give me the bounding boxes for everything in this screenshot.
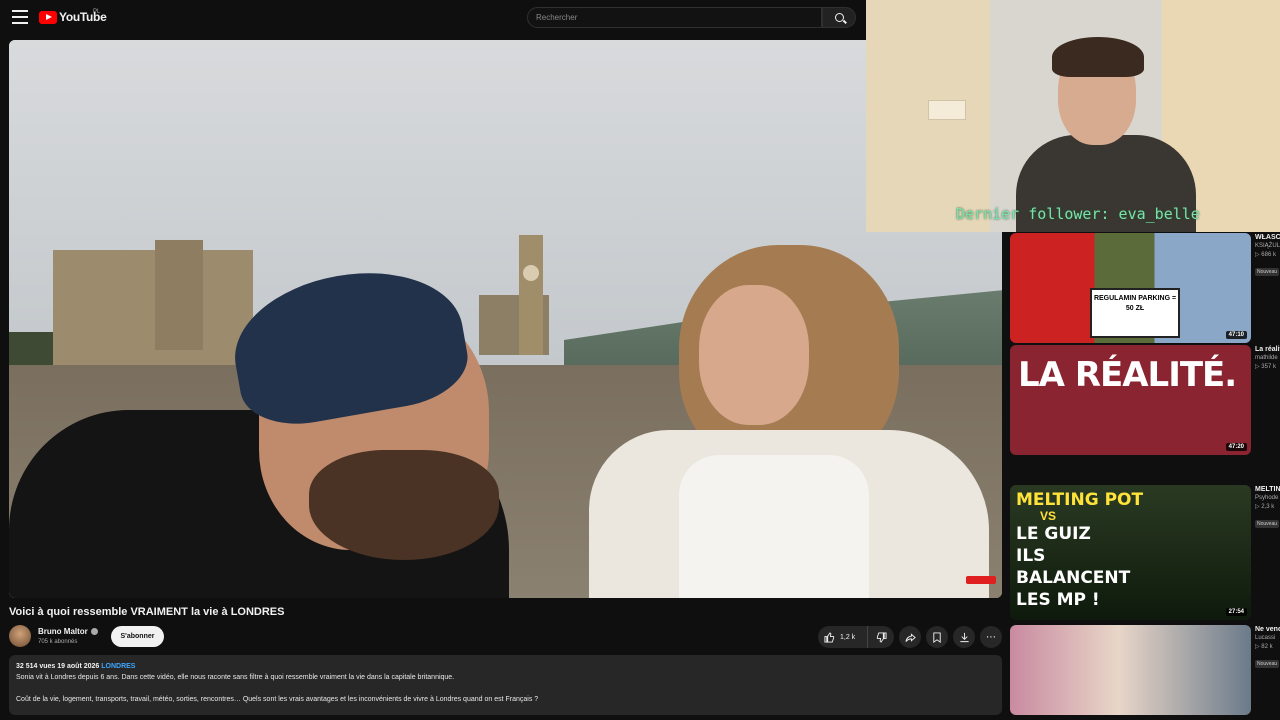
recommended-views: ▷ 686 k	[1255, 252, 1276, 258]
save-button[interactable]	[926, 626, 948, 648]
video-person-woman	[569, 245, 999, 598]
video-duration: 47:20	[1225, 443, 1247, 451]
video-duration: 27:54	[1225, 608, 1247, 616]
download-button[interactable]	[953, 626, 975, 648]
share-icon	[904, 632, 916, 642]
recommended-channel: Lucassi	[1255, 635, 1276, 641]
thumbs-up-icon	[824, 631, 835, 643]
description-box[interactable]: 32 514 vues 19 août 2026 LONDRES Sonia v…	[9, 655, 1002, 715]
recommended-title[interactable]: La réalit améric	[1255, 345, 1280, 354]
video-thumbnail[interactable]: MELTING POT VS LE GUIZ ILS BALANCENT LES…	[1010, 485, 1251, 620]
recommended-views: ▷ 2,3 k	[1255, 504, 1275, 510]
new-badge: Nouveau	[1255, 660, 1280, 668]
light-switch	[928, 100, 966, 120]
thumbnail-line-3: LE GUIZ ILS BALANCENT LES MP !	[1016, 524, 1131, 610]
channel-avatar[interactable]	[9, 625, 31, 647]
download-icon	[959, 632, 969, 642]
like-dislike-group: 1,2 k	[818, 626, 894, 648]
video-title: Voici à quoi ressemble VRAIMENT la vie à…	[9, 606, 285, 618]
subscribe-button[interactable]: S'abonner	[111, 626, 164, 647]
video-thumbnail[interactable]: REGULAMIN PARKING = 50 ZŁ 47:10	[1010, 233, 1251, 343]
upload-date: 19 août 2026	[57, 663, 100, 670]
channel-name[interactable]: Bruno Maltor	[38, 627, 88, 636]
recommended-views: ▷ 357 k	[1255, 364, 1276, 370]
play-logo-icon	[39, 10, 57, 24]
more-actions-button[interactable]: ⋯	[980, 626, 1002, 648]
recommended-title[interactable]: MELTIN TOURN !	[1255, 485, 1280, 494]
recommended-video[interactable]: MELTING POT VS LE GUIZ ILS BALANCENT LES…	[1010, 485, 1280, 620]
streamer-webcam: Dernier follower: eva_belle	[866, 0, 1280, 232]
streamer	[1016, 37, 1196, 232]
thumbnail-sign: REGULAMIN PARKING = 50 ZŁ	[1090, 288, 1180, 338]
menu-icon[interactable]	[12, 10, 28, 24]
follower-alert: Dernier follower: eva_belle	[956, 205, 1200, 223]
recommended-video[interactable]: Ne venc pour y v Lucassi ▷ 82 k Nouveau	[1010, 625, 1280, 715]
subscriber-count: 705 k abonnés	[38, 639, 78, 645]
recommended-video[interactable]: LA RÉALITÉ. 47:20 La réalit améric mathi…	[1010, 345, 1280, 455]
recommended-views: ▷ 82 k	[1255, 644, 1273, 650]
video-duration: 47:10	[1225, 331, 1247, 339]
share-button[interactable]	[899, 626, 921, 648]
thumbnail-line-2: VS	[1040, 509, 1057, 523]
thumbnail-headline: LA RÉALITÉ.	[1018, 355, 1237, 395]
view-count: 32 514 vues	[16, 663, 56, 670]
new-badge: Nouveau	[1255, 268, 1280, 276]
search-input[interactable]: Rechercher	[527, 7, 822, 28]
recommended-channel: Psyhode	[1255, 495, 1279, 501]
channel-watermark[interactable]	[966, 576, 996, 584]
search-icon	[835, 13, 844, 22]
hashtag-link[interactable]: LONDRES	[101, 663, 135, 670]
recommended-channel: KSIĄŻUL	[1255, 243, 1280, 249]
recommended-channel: mathilde	[1255, 355, 1278, 361]
channel-name-row[interactable]: Bruno Maltor	[38, 627, 98, 636]
new-badge: Nouveau	[1255, 520, 1280, 528]
bookmark-icon	[933, 631, 941, 643]
thumbs-down-icon	[876, 631, 887, 643]
like-button[interactable]: 1,2 k	[818, 626, 866, 648]
like-count: 1,2 k	[840, 633, 856, 641]
verified-icon	[90, 628, 98, 635]
dislike-button[interactable]	[867, 626, 894, 648]
logo-country-code: PL	[93, 9, 101, 15]
recommended-video[interactable]: REGULAMIN PARKING = 50 ZŁ 47:10 WŁASC KS…	[1010, 233, 1280, 343]
recommended-title[interactable]: Ne venc pour y v	[1255, 625, 1280, 634]
search-button[interactable]	[822, 7, 856, 28]
description-line-2: Coût de la vie, logement, transports, tr…	[16, 696, 539, 703]
video-thumbnail[interactable]: LA RÉALITÉ. 47:20	[1010, 345, 1251, 455]
video-thumbnail[interactable]	[1010, 625, 1251, 715]
recommended-title[interactable]: WŁASC	[1255, 233, 1280, 242]
video-person-man	[9, 160, 519, 598]
video-player[interactable]	[9, 40, 1002, 598]
thumbnail-line-1: MELTING POT	[1016, 490, 1144, 510]
description-line-1: Sonia vit à Londres depuis 6 ans. Dans c…	[16, 674, 455, 681]
more-icon: ⋯	[986, 631, 996, 643]
